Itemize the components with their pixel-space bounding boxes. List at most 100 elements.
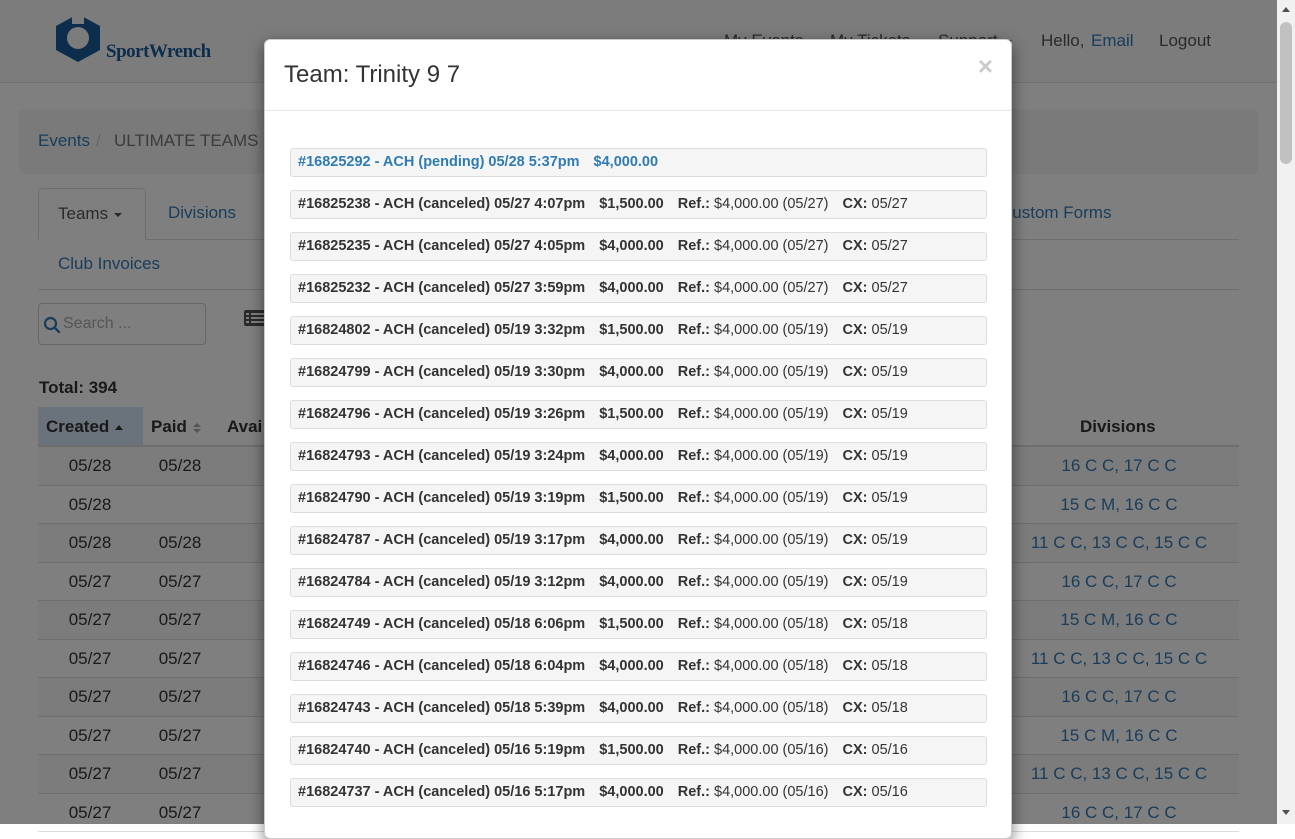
- refund-label: Ref.:: [677, 700, 710, 716]
- refund-value: $4,000.00 (05/19): [714, 448, 829, 464]
- refund-label: Ref.:: [677, 658, 710, 674]
- payment-row[interactable]: #16824799 - ACH (canceled) 05/19 3:30pm $…: [290, 358, 987, 387]
- cancel-label: CX:: [842, 322, 868, 338]
- cancel-date: 05/19: [871, 406, 908, 422]
- payment-row[interactable]: #16825232 - ACH (canceled) 05/27 3:59pm $…: [290, 274, 987, 303]
- cancel-label: CX:: [842, 196, 868, 212]
- scroll-up-icon[interactable]: [1282, 7, 1290, 12]
- refund-label: Ref.:: [677, 322, 710, 338]
- cancel-date: 05/18: [871, 616, 908, 632]
- cancel-date: 05/19: [871, 364, 908, 380]
- cancel-date: 05/27: [871, 238, 908, 254]
- cancel-date: 05/16: [871, 742, 908, 758]
- cancel-date: 05/16: [871, 784, 908, 800]
- cancel-date: 05/19: [871, 490, 908, 506]
- payment-row[interactable]: #16824749 - ACH (canceled) 05/18 6:06pm $…: [290, 610, 987, 639]
- payment-description: #16824799 - ACH (canceled) 05/19 3:30pm: [298, 364, 586, 380]
- payment-amount: $4,000.00: [599, 448, 664, 464]
- payment-amount: $1,500.00: [599, 616, 664, 632]
- payment-row[interactable]: #16824740 - ACH (canceled) 05/16 5:19pm $…: [290, 736, 987, 765]
- cancel-label: CX:: [842, 280, 868, 296]
- payment-amount: $1,500.00: [599, 490, 664, 506]
- refund-value: $4,000.00 (05/19): [714, 490, 829, 506]
- scroll-down-icon[interactable]: [1282, 810, 1290, 815]
- payment-row[interactable]: #16825235 - ACH (canceled) 05/27 4:05pm $…: [290, 232, 987, 261]
- refund-value: $4,000.00 (05/19): [714, 406, 829, 422]
- cancel-label: CX:: [842, 448, 868, 464]
- cancel-date: 05/19: [871, 448, 908, 464]
- refund-value: $4,000.00 (05/18): [714, 616, 829, 632]
- cancel-date: 05/19: [871, 574, 908, 590]
- payment-description: #16825292 - ACH (pending) 05/28 5:37pm: [298, 154, 580, 170]
- payment-row[interactable]: #16824746 - ACH (canceled) 05/18 6:04pm $…: [290, 652, 987, 681]
- refund-label: Ref.:: [677, 490, 710, 506]
- cancel-label: CX:: [842, 742, 868, 758]
- cancel-label: CX:: [842, 490, 868, 506]
- refund-label: Ref.:: [677, 196, 710, 212]
- payment-description: #16824793 - ACH (canceled) 05/19 3:24pm: [298, 448, 586, 464]
- refund-value: $4,000.00 (05/19): [714, 532, 829, 548]
- payment-row[interactable]: #16824790 - ACH (canceled) 05/19 3:19pm $…: [290, 484, 987, 513]
- refund-label: Ref.:: [677, 364, 710, 380]
- cancel-date: 05/27: [871, 280, 908, 296]
- cancel-label: CX:: [842, 700, 868, 716]
- cancel-label: CX:: [842, 532, 868, 548]
- payment-description: #16825235 - ACH (canceled) 05/27 4:05pm: [298, 238, 586, 254]
- refund-value: $4,000.00 (05/16): [714, 784, 829, 800]
- page-scrollbar[interactable]: [1277, 0, 1295, 824]
- payment-description: #16824802 - ACH (canceled) 05/19 3:32pm: [298, 322, 586, 338]
- cancel-date: 05/27: [871, 196, 908, 212]
- refund-value: $4,000.00 (05/27): [714, 280, 829, 296]
- refund-label: Ref.:: [677, 784, 710, 800]
- payment-amount: $1,500.00: [599, 322, 664, 338]
- scrollbar-thumb[interactable]: [1280, 22, 1292, 164]
- refund-value: $4,000.00 (05/19): [714, 364, 829, 380]
- payment-amount: $4,000.00: [599, 658, 664, 674]
- payment-row[interactable]: #16825238 - ACH (canceled) 05/27 4:07pm $…: [290, 190, 987, 219]
- payment-amount: $1,500.00: [599, 406, 664, 422]
- cancel-label: CX:: [842, 784, 868, 800]
- payment-amount: $4,000.00: [599, 700, 664, 716]
- payment-description: #16824787 - ACH (canceled) 05/19 3:17pm: [298, 532, 586, 548]
- payment-amount: $4,000.00: [599, 784, 664, 800]
- payment-description: #16824740 - ACH (canceled) 05/16 5:19pm: [298, 742, 586, 758]
- payment-description: #16824743 - ACH (canceled) 05/18 5:39pm: [298, 700, 586, 716]
- payment-row[interactable]: #16824787 - ACH (canceled) 05/19 3:17pm $…: [290, 526, 987, 555]
- payment-description: #16825238 - ACH (canceled) 05/27 4:07pm: [298, 196, 586, 212]
- cancel-date: 05/19: [871, 322, 908, 338]
- cancel-label: CX:: [842, 658, 868, 674]
- refund-value: $4,000.00 (05/19): [714, 322, 829, 338]
- payment-amount: $1,500.00: [599, 742, 664, 758]
- cancel-label: CX:: [842, 616, 868, 632]
- payment-amount: $1,500.00: [599, 196, 664, 212]
- payment-row-pending[interactable]: #16825292 - ACH (pending) 05/28 5:37pm $4…: [290, 148, 987, 177]
- modal-title: Team: Trinity 9 7: [284, 61, 461, 88]
- payment-amount: $4,000.00: [599, 574, 664, 590]
- payment-amount: $4,000.00: [599, 280, 664, 296]
- refund-label: Ref.:: [677, 742, 710, 758]
- payment-row[interactable]: #16824796 - ACH (canceled) 05/19 3:26pm $…: [290, 400, 987, 429]
- refund-value: $4,000.00 (05/27): [714, 196, 829, 212]
- payment-row[interactable]: #16824784 - ACH (canceled) 05/19 3:12pm $…: [290, 568, 987, 597]
- cancel-date: 05/18: [871, 658, 908, 674]
- payment-row[interactable]: #16824802 - ACH (canceled) 05/19 3:32pm $…: [290, 316, 987, 345]
- team-payments-modal: Team: Trinity 9 7 × #16825292 - ACH (pen…: [264, 39, 1012, 839]
- payment-row[interactable]: #16824737 - ACH (canceled) 05/16 5:17pm $…: [290, 778, 987, 807]
- cancel-label: CX:: [842, 406, 868, 422]
- refund-label: Ref.:: [677, 238, 710, 254]
- payment-description: #16824749 - ACH (canceled) 05/18 6:06pm: [298, 616, 586, 632]
- cancel-date: 05/19: [871, 532, 908, 548]
- payment-row[interactable]: #16824793 - ACH (canceled) 05/19 3:24pm $…: [290, 442, 987, 471]
- payment-amount: $4,000.00: [593, 154, 659, 170]
- close-icon[interactable]: ×: [978, 53, 993, 79]
- refund-label: Ref.:: [677, 532, 710, 548]
- refund-value: $4,000.00 (05/18): [714, 700, 829, 716]
- cancel-label: CX:: [842, 238, 868, 254]
- refund-label: Ref.:: [677, 406, 710, 422]
- payment-description: #16824746 - ACH (canceled) 05/18 6:04pm: [298, 658, 586, 674]
- cancel-label: CX:: [842, 574, 868, 590]
- modal-header: Team: Trinity 9 7 ×: [265, 40, 1011, 111]
- payment-description: #16824790 - ACH (canceled) 05/19 3:19pm: [298, 490, 586, 506]
- refund-label: Ref.:: [677, 616, 710, 632]
- payment-row[interactable]: #16824743 - ACH (canceled) 05/18 5:39pm $…: [290, 694, 987, 723]
